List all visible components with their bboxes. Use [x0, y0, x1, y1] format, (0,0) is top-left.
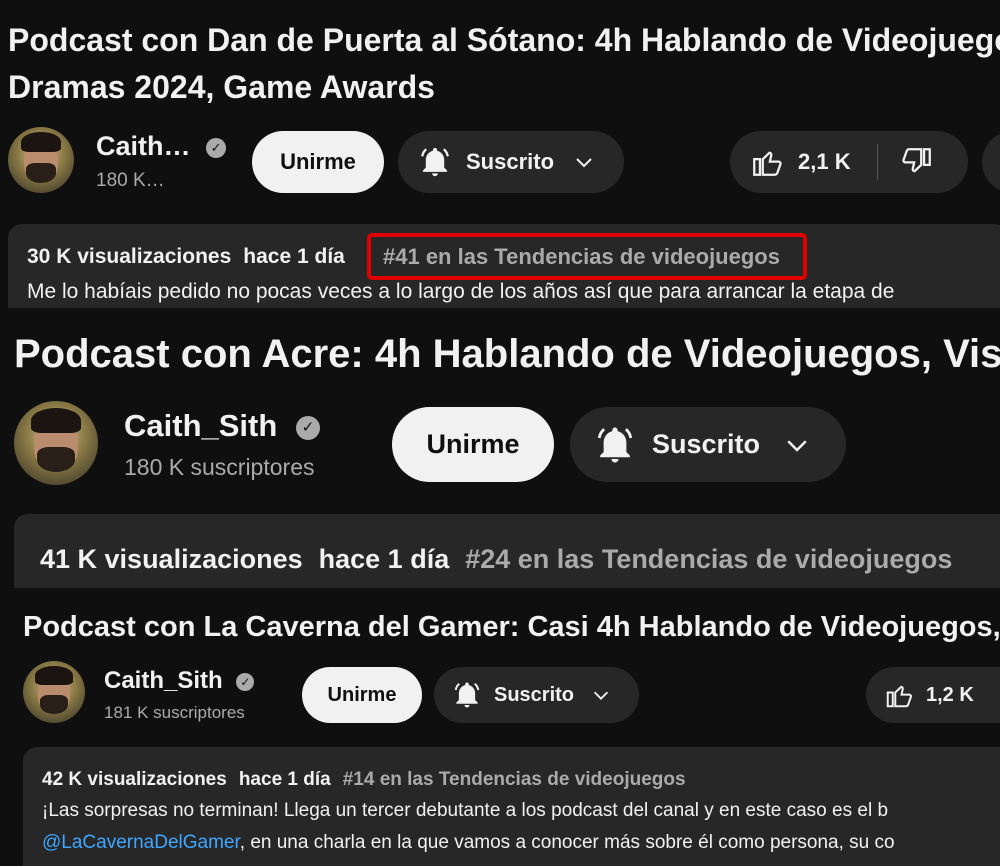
- video-title: Podcast con La Caverna del Gamer: Casi 4…: [23, 611, 1000, 643]
- description-line-2-text: , en una charla en la que vamos a conoce…: [239, 832, 895, 853]
- join-button[interactable]: Unirme: [252, 131, 384, 193]
- description-meta: 41 K visualizaciones hace 1 día #24 en las…: [40, 544, 952, 575]
- thumbs-up-icon: [886, 685, 912, 708]
- video-screenshot-3: Podcast con La Caverna del Gamer: Casi 4…: [0, 588, 1000, 866]
- like-divider: [876, 144, 878, 180]
- join-button[interactable]: Unirme: [302, 667, 422, 723]
- join-label: Unirme: [280, 149, 356, 174]
- description-line-2: @LaCavernaDelGamer, en una charla en la …: [42, 832, 895, 854]
- channel-name[interactable]: Caith_Sith ✓: [104, 667, 255, 695]
- thumbs-down-icon[interactable]: [900, 145, 934, 179]
- upload-time: hace 1 día: [243, 245, 345, 268]
- like-dislike-group: 2,1 K: [730, 131, 968, 193]
- subscriber-count: 181 K suscriptores: [104, 703, 245, 722]
- trending-highlight-box[interactable]: #41 en las Tendencias de videojuegos: [367, 233, 807, 280]
- subscribed-label: Suscrito: [652, 429, 761, 459]
- chevron-down-icon: [593, 691, 609, 700]
- subscribed-button[interactable]: Suscrito: [570, 407, 846, 482]
- chevron-down-icon: [787, 439, 807, 452]
- description-box[interactable]: 41 K visualizaciones hace 1 día #24 en las…: [14, 514, 1000, 588]
- upload-time: hace 1 día: [318, 544, 450, 574]
- like-count: 2,1 K: [798, 149, 851, 174]
- trending-rank[interactable]: #14 en las Tendencias de videojuegos: [343, 769, 686, 790]
- subscribed-button[interactable]: Suscrito: [434, 667, 639, 723]
- description-meta: 42 K visualizaciones hace 1 día #14 en las…: [42, 769, 686, 791]
- like-count: 1,2 K: [926, 683, 974, 706]
- trending-rank[interactable]: #24 en las Tendencias de videojuegos: [465, 544, 952, 574]
- channel-avatar[interactable]: [8, 127, 74, 193]
- chevron-down-icon: [576, 158, 592, 168]
- subscribed-label: Suscrito: [494, 683, 575, 706]
- verified-icon: ✓: [295, 415, 320, 440]
- description-box[interactable]: 42 K visualizaciones hace 1 día #14 en las…: [23, 747, 1000, 866]
- channel-name[interactable]: Caith_Sith ✓: [124, 408, 320, 444]
- subscribed-label: Suscrito: [466, 149, 555, 174]
- description-meta: 30 K visualizaciones hace 1 día: [27, 245, 345, 269]
- channel-mention-link[interactable]: @LaCavernaDelGamer: [42, 832, 240, 853]
- like-button[interactable]: 1,2 K: [866, 667, 1000, 723]
- bell-icon: [454, 682, 480, 708]
- trending-rank[interactable]: #41 en las Tendencias de videojuegos: [383, 244, 780, 270]
- join-label: Unirme: [327, 683, 397, 706]
- video-title: Podcast con Acre: 4h Hablando de Videoju…: [14, 332, 1000, 376]
- upload-time: hace 1 día: [238, 769, 331, 790]
- view-count: 30 K visualizaciones: [27, 245, 232, 268]
- bell-icon: [597, 427, 633, 462]
- join-button[interactable]: Unirme: [392, 407, 554, 482]
- thumbs-up-icon[interactable]: [750, 145, 784, 179]
- video-screenshot-2: Podcast con Acre: 4h Hablando de Videoju…: [0, 308, 1000, 588]
- verified-icon: ✓: [236, 672, 255, 691]
- channel-avatar[interactable]: [14, 401, 98, 485]
- channel-avatar[interactable]: [23, 661, 85, 723]
- channel-name[interactable]: Caith… ✓: [96, 131, 227, 162]
- view-count: 42 K visualizaciones: [42, 769, 227, 790]
- view-count: 41 K visualizaciones: [40, 544, 303, 574]
- join-label: Unirme: [426, 429, 520, 459]
- description-text: Me lo habíais pedido no pocas veces a lo…: [27, 280, 895, 303]
- bell-icon: [421, 147, 449, 177]
- subscriber-count: 180 K suscriptores: [124, 454, 315, 480]
- subscribed-button[interactable]: Suscrito: [398, 131, 624, 193]
- video-title-line-2: Dramas 2024, Game Awards: [8, 69, 435, 105]
- subscriber-count: 180 K…: [96, 170, 165, 191]
- description-line-1: ¡Las sorpresas no terminan! Llega un ter…: [42, 800, 889, 821]
- verified-icon: ✓: [206, 137, 227, 158]
- share-button-partial[interactable]: [982, 131, 1000, 193]
- video-screenshot-1: Podcast con Dan de Puerta al Sótano: 4h …: [0, 0, 1000, 308]
- video-title-line-1: Podcast con Dan de Puerta al Sótano: 4h …: [8, 22, 1000, 58]
